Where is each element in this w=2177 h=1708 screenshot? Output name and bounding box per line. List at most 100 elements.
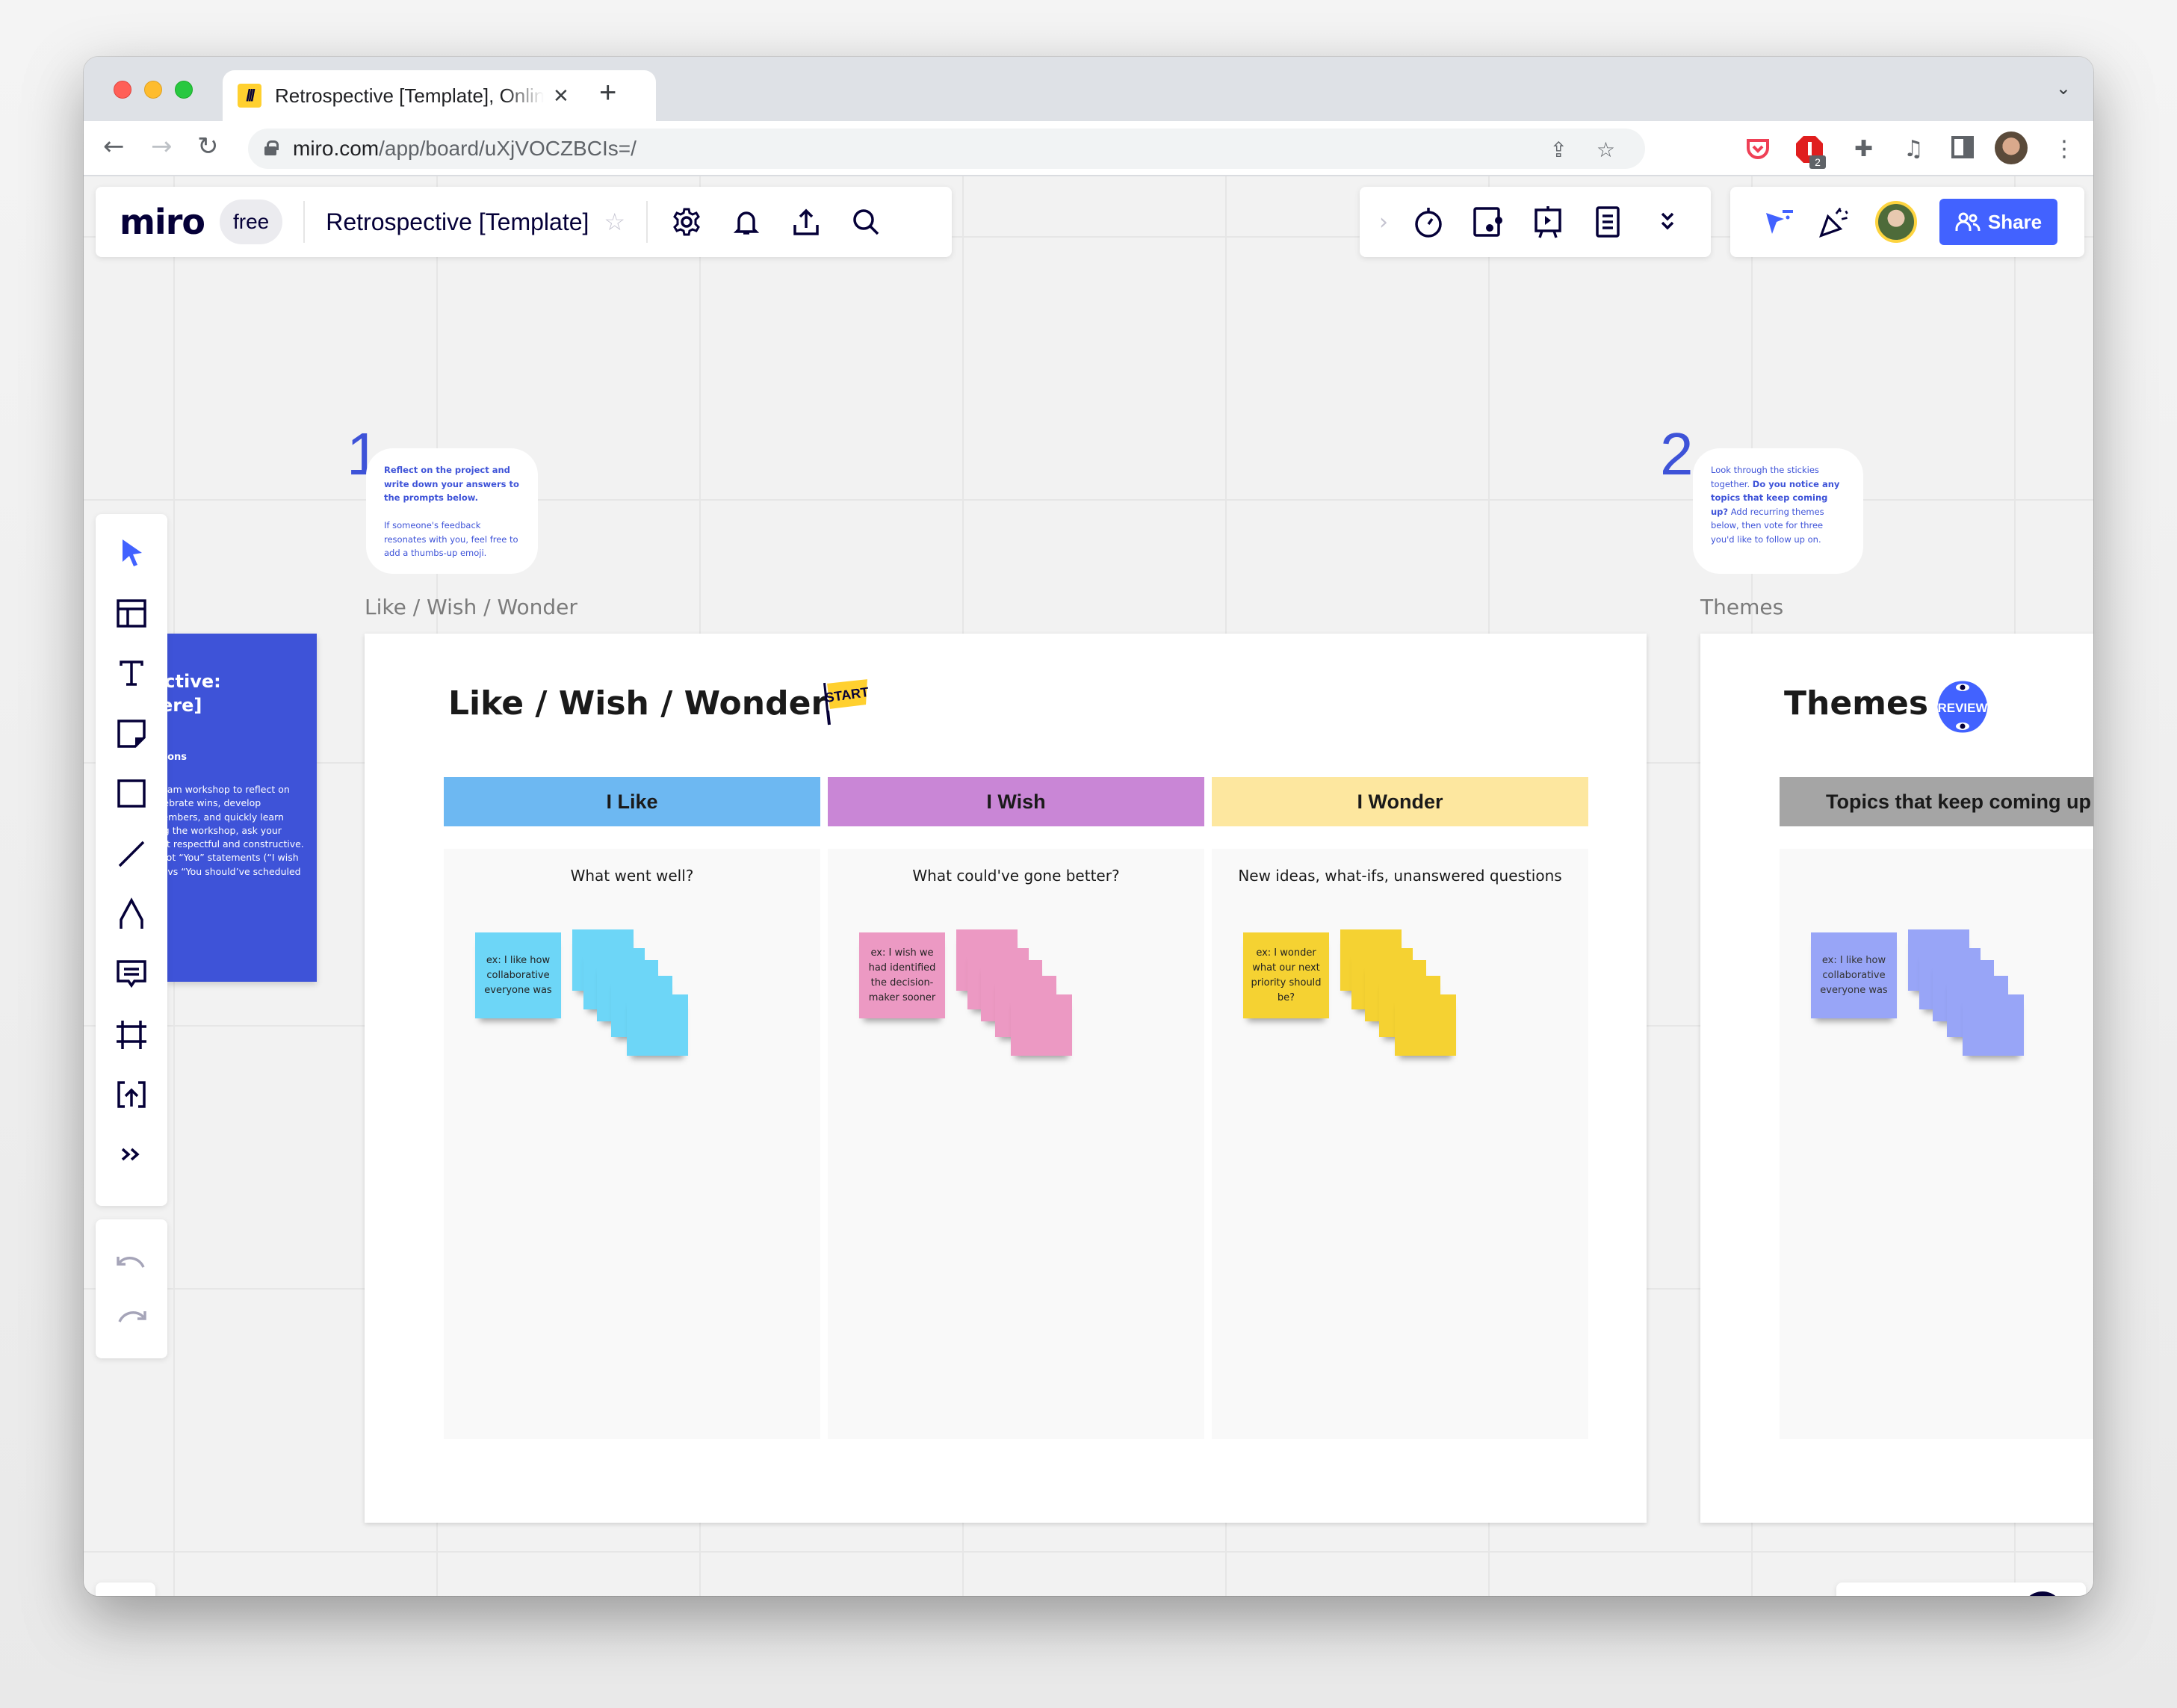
collaboration-toolbar: › bbox=[1360, 187, 1711, 257]
share-button[interactable]: Share bbox=[1939, 199, 2057, 245]
column-header-i-like[interactable]: I Like bbox=[444, 777, 820, 826]
step-2-card[interactable]: Look through the stickies together. Do y… bbox=[1693, 448, 1863, 574]
pocket-extension-icon[interactable] bbox=[1745, 136, 1771, 167]
user-avatar[interactable] bbox=[1875, 201, 1917, 243]
timer-icon[interactable] bbox=[1412, 205, 1445, 238]
blank-sticky-note[interactable] bbox=[627, 994, 688, 1056]
tab-bar: /// Retrospective [Template], Online Whi… bbox=[84, 57, 2093, 121]
example-sticky-note[interactable]: ex: I like how collaborative everyone wa… bbox=[475, 932, 561, 1018]
column-prompt: New ideas, what-ifs, unanswered question… bbox=[1238, 867, 1562, 885]
text-t-icon bbox=[120, 660, 143, 686]
frame-themes[interactable]: Themes REVIEW Topics that keep coming up… bbox=[1700, 634, 2093, 1523]
address-bar: ← → ↻ miro.com/app/board/uXjVOCZBCIs=/ ⇪… bbox=[84, 121, 2093, 176]
share-toolbar: Share bbox=[1730, 187, 2084, 257]
favorite-star-icon[interactable]: ☆ bbox=[604, 208, 625, 236]
sticky-note-tool[interactable] bbox=[109, 711, 154, 756]
share-page-icon[interactable]: ⇪ bbox=[1550, 137, 1567, 162]
review-sticker-icon: REVIEW bbox=[1933, 677, 1992, 737]
profile-avatar[interactable] bbox=[1995, 131, 2028, 164]
blank-sticky-note[interactable] bbox=[1011, 994, 1072, 1056]
shape-tool[interactable] bbox=[109, 771, 154, 816]
more-tools-chevron-down-icon[interactable] bbox=[1651, 205, 1684, 238]
frame-label-lww[interactable]: Like / Wish / Wonder bbox=[365, 595, 577, 619]
review-sticker-text: REVIEW bbox=[1937, 701, 1988, 715]
browser-tab[interactable]: /// Retrospective [Template], Online Whi… bbox=[223, 70, 656, 121]
board-canvas[interactable]: Retrospective:[Name Here] Instructions R… bbox=[84, 176, 2093, 1596]
step-1-card[interactable]: Reflect on the project and write down yo… bbox=[366, 448, 538, 574]
column-header-i-wish[interactable]: I Wish bbox=[828, 777, 1204, 826]
undo-icon[interactable] bbox=[117, 1254, 146, 1270]
notes-document-icon[interactable] bbox=[1591, 205, 1624, 238]
redo-icon[interactable] bbox=[117, 1308, 146, 1325]
extensions-puzzle-icon[interactable]: ✚ bbox=[1854, 136, 1873, 162]
new-tab-button[interactable]: + bbox=[599, 76, 616, 110]
example-sticky-note[interactable]: ex: I like how collaborative everyone wa… bbox=[1811, 932, 1897, 1018]
back-arrow-icon[interactable]: ← bbox=[103, 131, 125, 161]
frame-tool[interactable] bbox=[109, 1012, 154, 1056]
browser-window: /// Retrospective [Template], Online Whi… bbox=[84, 57, 2093, 1596]
adblock-extension-icon[interactable]: 2 bbox=[1796, 136, 1826, 175]
search-icon[interactable] bbox=[851, 207, 881, 237]
zoom-in-button[interactable]: + bbox=[1972, 1594, 1992, 1596]
maximize-window-button[interactable] bbox=[175, 81, 193, 99]
video-chat-icon[interactable] bbox=[1472, 205, 1505, 238]
notifications-bell-icon[interactable] bbox=[731, 207, 761, 237]
templates-tool[interactable] bbox=[109, 591, 154, 636]
blank-sticky-note[interactable] bbox=[1395, 994, 1456, 1056]
frame-title: Like / Wish / Wonder bbox=[448, 684, 828, 723]
pen-draw-icon bbox=[120, 897, 143, 929]
presentation-icon[interactable] bbox=[1532, 205, 1564, 238]
intro-body: Run this 45-minute team workshop to refl… bbox=[167, 784, 304, 877]
bookmark-star-icon[interactable]: ☆ bbox=[1597, 137, 1615, 162]
settings-gear-icon[interactable] bbox=[672, 207, 702, 237]
frame-label-themes[interactable]: Themes bbox=[1700, 595, 1783, 619]
instructions-panel[interactable]: Retrospective:[Name Here] Instructions R… bbox=[167, 634, 317, 982]
intro-heading: Instructions bbox=[167, 752, 188, 763]
comment-tool[interactable] bbox=[109, 952, 154, 997]
more-apps-tool[interactable] bbox=[109, 1132, 154, 1177]
celebrate-party-popper-icon[interactable] bbox=[1818, 205, 1851, 238]
pen-tool[interactable] bbox=[109, 891, 154, 936]
column-topics[interactable]: ex: I like how collaborative everyone wa… bbox=[1780, 849, 2093, 1439]
share-label: Share bbox=[1987, 210, 2043, 233]
export-upload-icon[interactable] bbox=[791, 207, 821, 237]
column-i-wonder[interactable]: New ideas, what-ifs, unanswered question… bbox=[1212, 849, 1588, 1439]
board-panel-toggle-button[interactable] bbox=[96, 1582, 155, 1596]
line-tool[interactable] bbox=[109, 832, 154, 876]
frame-hash-icon bbox=[117, 1021, 146, 1049]
help-button[interactable]: ? bbox=[2021, 1591, 2063, 1596]
forward-arrow-icon[interactable]: → bbox=[151, 131, 173, 161]
url-host: miro.com bbox=[293, 137, 380, 160]
example-sticky-note[interactable]: ex: I wish we had identified the decisio… bbox=[859, 932, 945, 1018]
cursor-follow-icon[interactable] bbox=[1763, 205, 1796, 238]
miro-logo[interactable]: miro bbox=[120, 202, 205, 242]
step-1-bold-text: Reflect on the project and write down yo… bbox=[384, 465, 519, 503]
reload-icon[interactable]: ↻ bbox=[197, 131, 219, 161]
zoom-out-button[interactable]: − bbox=[1859, 1596, 1876, 1597]
column-header-topics[interactable]: Topics that keep coming up bbox=[1780, 777, 2093, 826]
minimize-window-button[interactable] bbox=[144, 81, 162, 99]
column-i-wish[interactable]: What could've gone better? ex: I wish we… bbox=[828, 849, 1204, 1439]
browser-menu-kebab-icon[interactable]: ⋮ bbox=[2053, 136, 2075, 162]
frame-like-wish-wonder[interactable]: Like / Wish / Wonder START I Like I Wish… bbox=[365, 634, 1647, 1523]
text-tool[interactable] bbox=[109, 651, 154, 696]
close-window-button[interactable] bbox=[114, 81, 131, 99]
select-cursor-tool[interactable] bbox=[109, 530, 154, 575]
url-input[interactable]: miro.com/app/board/uXjVOCZBCIs=/ ⇪ ☆ bbox=[248, 129, 1645, 169]
url-path: /app/board/uXjVOCZBCIs=/ bbox=[379, 137, 637, 160]
example-sticky-note[interactable]: ex: I wonder what our next priority shou… bbox=[1243, 932, 1329, 1018]
column-prompt: What went well? bbox=[570, 867, 694, 885]
side-panel-icon[interactable] bbox=[1951, 136, 1974, 164]
upload-tool[interactable] bbox=[109, 1072, 154, 1117]
tab-close-icon[interactable]: ✕ bbox=[553, 84, 569, 108]
column-i-like[interactable]: What went well? ex: I like how collabora… bbox=[444, 849, 820, 1439]
column-header-i-wonder[interactable]: I Wonder bbox=[1212, 777, 1588, 826]
media-control-icon[interactable]: ♫ bbox=[1904, 136, 1924, 162]
tab-search-chevron-icon[interactable]: ⌄ bbox=[2056, 78, 2071, 99]
expand-chevron-right-icon[interactable]: › bbox=[1376, 205, 1391, 238]
board-title[interactable]: Retrospective [Template] bbox=[326, 208, 589, 236]
step-1-text: If someone's feedback resonates with you… bbox=[384, 520, 518, 558]
plan-badge[interactable]: free bbox=[220, 199, 283, 244]
blank-sticky-note[interactable] bbox=[1963, 994, 2024, 1056]
line-icon bbox=[118, 841, 145, 867]
